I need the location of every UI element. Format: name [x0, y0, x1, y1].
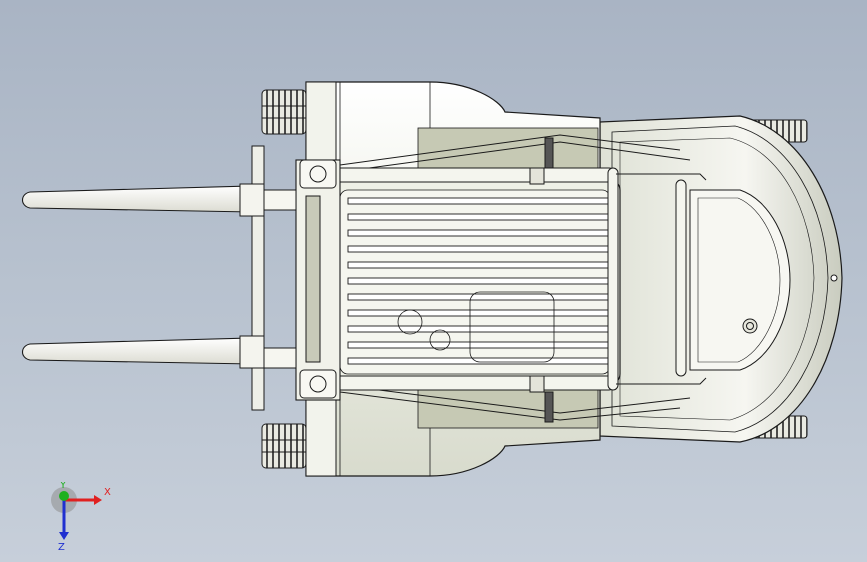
counterweight-hood	[599, 115, 843, 443]
fork-bottom	[21, 335, 265, 369]
forklift-top-view[interactable]	[0, 0, 867, 562]
y-axis-label: Y	[59, 482, 67, 491]
z-axis-label: Z	[58, 542, 65, 552]
x-axis-head	[94, 495, 102, 505]
front-wheel-bottom	[261, 423, 307, 469]
cad-viewport[interactable]: X Y Z	[0, 0, 867, 562]
orientation-triad: X Y Z	[51, 482, 111, 552]
x-axis-label: X	[104, 487, 111, 498]
mast-carriage	[251, 145, 341, 411]
z-axis-head	[59, 532, 69, 540]
fork-top	[21, 183, 265, 217]
overhead-guard	[329, 179, 621, 385]
y-axis-dot	[59, 491, 69, 501]
front-wheel-top	[261, 89, 307, 135]
